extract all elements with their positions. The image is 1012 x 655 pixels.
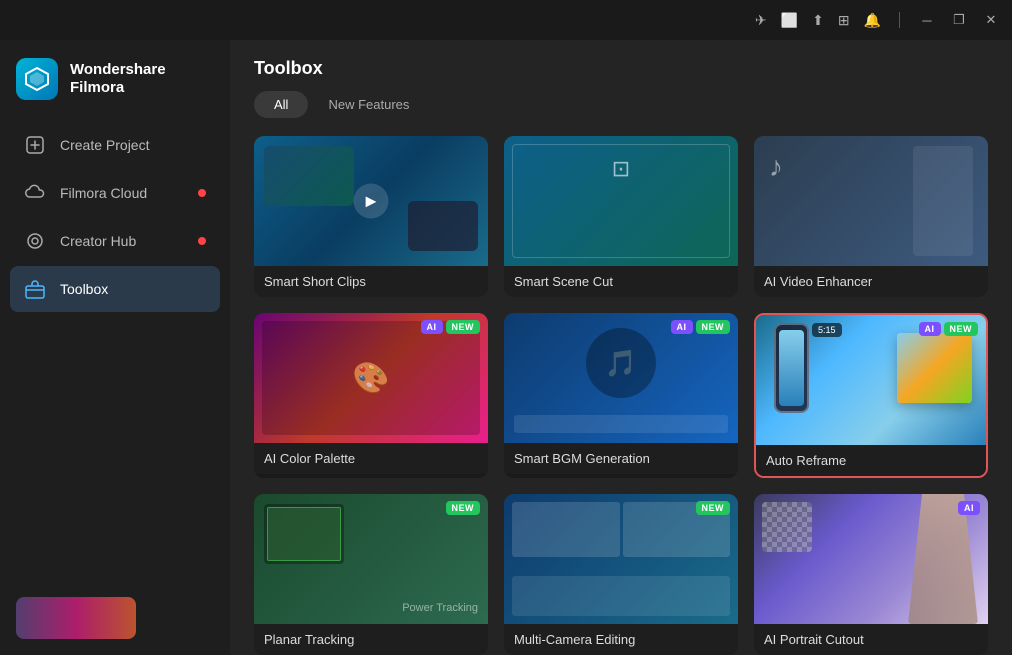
label-smart-short-clips: Smart Short Clips	[254, 266, 488, 297]
sidebar-item-toolbox[interactable]: Toolbox	[10, 266, 220, 312]
tool-card-auto-reframe[interactable]: 5:15 AI NEW Auto Reframe	[754, 313, 988, 478]
tool-card-smart-short-clips[interactable]: ▶ Smart Short Clips	[254, 136, 488, 297]
upload-icon[interactable]: ⬆	[812, 12, 824, 29]
minimize-button[interactable]: ─	[918, 11, 936, 29]
maximize-button[interactable]: ❐	[950, 11, 968, 29]
label-planar-tracking: Planar Tracking	[254, 624, 488, 655]
badges-ai-color-palette: AI NEW	[421, 320, 481, 334]
label-multi-camera-editing: Multi-Camera Editing	[504, 624, 738, 655]
badge-ai-portrait: AI	[958, 501, 980, 515]
toolbox-icon	[24, 278, 46, 300]
badge-new: NEW	[446, 320, 481, 334]
app-logo: Wondershare Filmora	[0, 40, 230, 122]
filmora-cloud-badge	[198, 189, 206, 197]
badges-multi-camera: NEW	[696, 501, 731, 515]
badges-smart-bgm: AI NEW	[671, 320, 731, 334]
tool-card-smart-bgm-generation[interactable]: 🎵 AI NEW Smart BGM Generation	[504, 313, 738, 478]
content-area: Toolbox All New Features	[230, 40, 1012, 655]
creator-hub-icon	[24, 230, 46, 252]
badge-new-planar: NEW	[446, 501, 481, 515]
badge-new-multicam: NEW	[696, 501, 731, 515]
main-layout: Wondershare Filmora Create Project	[0, 40, 1012, 655]
sidebar-item-create-project[interactable]: Create Project	[10, 122, 220, 168]
tool-card-smart-scene-cut[interactable]: ⊡ Smart Scene Cut	[504, 136, 738, 297]
filmora-cloud-icon	[24, 182, 46, 204]
label-ai-video-enhancer: AI Video Enhancer	[754, 266, 988, 297]
badge-ai-reframe: AI	[919, 322, 941, 336]
label-smart-bgm-generation: Smart BGM Generation	[504, 443, 738, 474]
sidebar-label-create-project: Create Project	[60, 137, 149, 153]
logo-icon	[16, 58, 58, 100]
badges-auto-reframe: AI NEW	[919, 322, 979, 336]
close-button[interactable]: ✕	[982, 11, 1000, 29]
thumb-smart-scene-cut: ⊡	[504, 136, 738, 266]
bell-icon[interactable]: 🔔	[864, 12, 881, 29]
label-ai-color-palette: AI Color Palette	[254, 443, 488, 474]
label-auto-reframe: Auto Reframe	[756, 445, 986, 476]
tool-grid-container[interactable]: ▶ Smart Short Clips ⊡	[230, 132, 1012, 655]
sidebar-nav: Create Project Filmora Cloud	[0, 122, 230, 581]
sidebar-item-filmora-cloud[interactable]: Filmora Cloud	[10, 170, 220, 216]
monitor-icon[interactable]: ⬜	[781, 12, 798, 29]
sidebar-footer	[0, 581, 230, 655]
label-smart-scene-cut: Smart Scene Cut	[504, 266, 738, 297]
badge-ai: AI	[421, 320, 443, 334]
badge-new-bgm: NEW	[696, 320, 731, 334]
thumb-ai-portrait-cutout	[754, 494, 988, 624]
tool-card-ai-color-palette[interactable]: 🎨 AI NEW AI Color Palette	[254, 313, 488, 478]
tool-grid: ▶ Smart Short Clips ⊡	[254, 136, 988, 655]
app-name: Wondershare Filmora	[70, 61, 166, 97]
tab-all[interactable]: All	[254, 91, 308, 118]
tool-card-ai-portrait-cutout[interactable]: AI AI Portrait Cutout	[754, 494, 988, 655]
tool-card-planar-tracking[interactable]: Power Tracking NEW Planar Tracking	[254, 494, 488, 655]
page-title: Toolbox	[254, 58, 988, 79]
sidebar: Wondershare Filmora Create Project	[0, 40, 230, 655]
tool-card-ai-video-enhancer[interactable]: ♪ AI Video Enhancer	[754, 136, 988, 297]
tabs: All New Features	[254, 91, 988, 118]
badges-ai-portrait-cutout: AI	[958, 501, 980, 515]
tab-new-features[interactable]: New Features	[308, 91, 429, 118]
sidebar-label-toolbox: Toolbox	[60, 281, 108, 297]
sidebar-label-filmora-cloud: Filmora Cloud	[60, 185, 147, 201]
badge-new-reframe: NEW	[944, 322, 979, 336]
send-icon[interactable]: ✈	[755, 12, 767, 29]
tool-card-multi-camera-editing[interactable]: NEW Multi-Camera Editing	[504, 494, 738, 655]
content-header: Toolbox All New Features	[230, 40, 1012, 132]
creator-hub-badge	[198, 237, 206, 245]
user-avatar[interactable]	[16, 597, 136, 639]
sidebar-item-creator-hub[interactable]: Creator Hub	[10, 218, 220, 264]
label-ai-portrait-cutout: AI Portrait Cutout	[754, 624, 988, 655]
grid-icon[interactable]: ⊞	[838, 12, 850, 29]
divider	[899, 12, 900, 28]
thumb-ai-video-enhancer: ♪	[754, 136, 988, 266]
title-bar-icons: ✈ ⬜ ⬆ ⊞ 🔔 ─ ❐ ✕	[755, 11, 1000, 29]
thumb-smart-short-clips: ▶	[254, 136, 488, 266]
title-bar: ✈ ⬜ ⬆ ⊞ 🔔 ─ ❐ ✕	[0, 0, 1012, 40]
create-project-icon	[24, 134, 46, 156]
sidebar-label-creator-hub: Creator Hub	[60, 233, 136, 249]
badges-planar-tracking: NEW	[446, 501, 481, 515]
badge-ai-bgm: AI	[671, 320, 693, 334]
